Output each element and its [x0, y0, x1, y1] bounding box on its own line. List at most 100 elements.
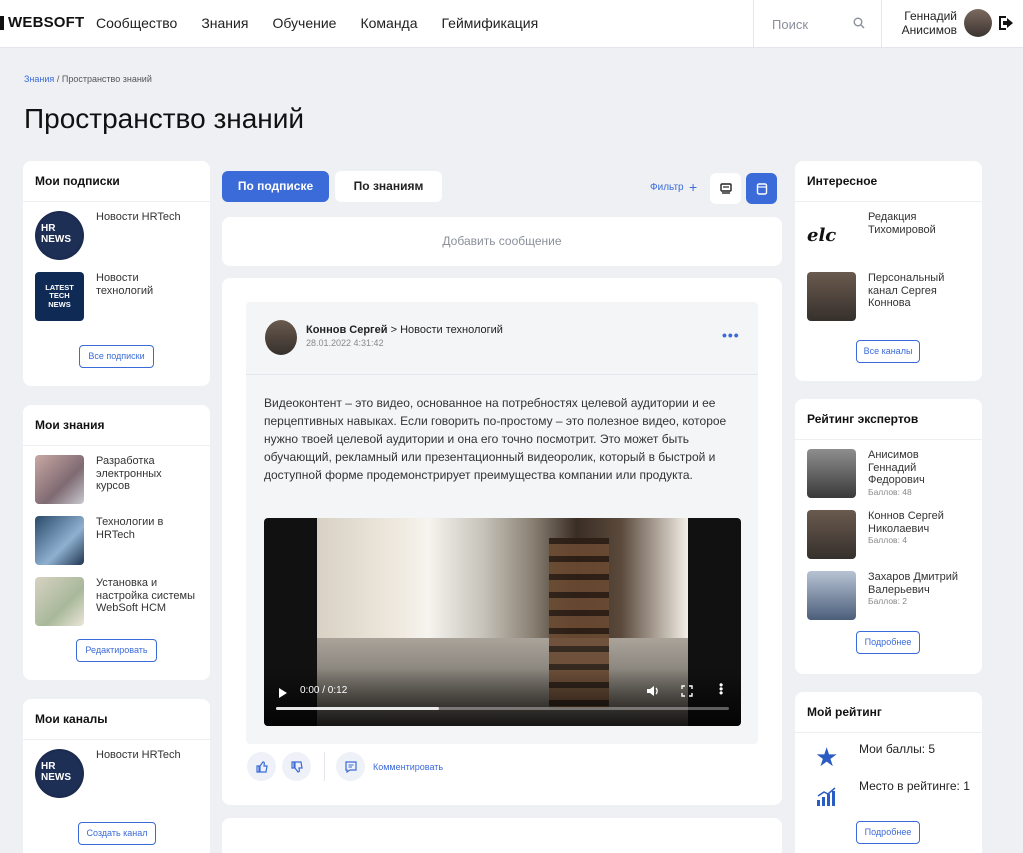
expert-score: Баллов: 48 — [868, 486, 912, 497]
add-message-input[interactable]: Добавить сообщение — [222, 217, 782, 266]
channel-item[interactable]: HR NEWS Новости HRTech — [35, 749, 181, 798]
interesting-item[interactable]: elc Редакция Тихомировой — [807, 211, 948, 260]
filter-add-icon[interactable]: + — [689, 179, 697, 195]
user-name[interactable]: Геннадий Анисимов — [895, 9, 957, 37]
subscription-item[interactable]: HR NEWS Новости HRTech — [35, 211, 181, 260]
edit-knowledge-button[interactable]: Редактировать — [76, 639, 157, 662]
list-view-button[interactable] — [710, 173, 741, 204]
play-icon[interactable] — [279, 688, 287, 698]
subscription-label: Новости HRTech — [96, 211, 181, 223]
card-view-button[interactable] — [746, 173, 777, 204]
post-author-avatar[interactable] — [265, 320, 297, 355]
nav-community[interactable]: Сообщество — [96, 15, 177, 31]
list-view-icon — [719, 182, 732, 194]
interesting-card: Интересное elc Редакция Тихомировой Перс… — [795, 161, 982, 381]
like-button[interactable] — [247, 752, 276, 781]
knowledge-item[interactable]: Разработка электронных курсов — [35, 455, 176, 504]
comment-icon — [344, 760, 357, 773]
post-channel[interactable]: Новости технологий — [400, 324, 503, 336]
all-channels-button[interactable]: Все каналы — [856, 340, 920, 363]
dislike-button[interactable] — [282, 752, 311, 781]
knowledge-thumbnail — [35, 577, 84, 626]
channel-label: Новости HRTech — [96, 749, 181, 761]
knowledge-title: Мои знания — [23, 405, 210, 446]
my-rating-card: Мой рейтинг Подробнее — [795, 692, 982, 853]
interesting-label: Редакция Тихомировой — [868, 211, 936, 236]
expert-score: Баллов: 4 — [868, 535, 908, 545]
knowledge-item[interactable]: Технологии в HRTech — [35, 516, 176, 565]
comment-link[interactable]: Комментировать — [373, 762, 443, 772]
breadcrumb: Знания / Пространство знаний — [24, 74, 152, 84]
subscriptions-title: Мои подписки — [23, 161, 210, 202]
post-date: 28.01.2022 4:31:42 — [306, 338, 384, 348]
expert-item[interactable]: Захаров Дмитрий Валерьевич Баллов: 2 — [807, 571, 968, 620]
knowledge-label: Установка и настройка системы WebSoft HC… — [96, 577, 195, 614]
top-navbar: WEBSOFT Сообщество Знания Обучение Коман… — [0, 0, 1023, 48]
comment-button[interactable] — [336, 752, 365, 781]
create-channel-button[interactable]: Создать канал — [78, 822, 156, 845]
interesting-label: Персональный канал Сергея Коннова — [868, 272, 945, 309]
user-avatar[interactable] — [964, 9, 992, 37]
channels-title: Мои каналы — [23, 699, 210, 740]
fullscreen-icon[interactable] — [681, 685, 693, 697]
video-progress-track[interactable] — [276, 707, 729, 710]
volume-icon[interactable] — [646, 684, 660, 698]
tab-by-knowledge[interactable]: По знаниям — [335, 171, 442, 202]
experts-title: Рейтинг экспертов — [795, 399, 982, 440]
nav-learning[interactable]: Обучение — [272, 15, 336, 31]
knowledge-item[interactable]: Установка и настройка системы WebSoft HC… — [35, 577, 196, 626]
nav-knowledge[interactable]: Знания — [201, 15, 248, 31]
experts-more-button[interactable]: Подробнее — [856, 631, 920, 654]
expert-item[interactable]: Коннов Сергей Николаевич Баллов: 4 — [807, 510, 958, 559]
expert-name: Захаров Дмитрий Валерьевич — [868, 571, 958, 596]
video-menu-icon[interactable]: • • • — [719, 679, 723, 699]
interesting-item[interactable]: Персональный канал Сергея Коннова — [807, 272, 958, 321]
breadcrumb-separator: / — [56, 74, 60, 84]
tab-by-subscription[interactable]: По подписке — [222, 171, 329, 202]
all-subscriptions-button[interactable]: Все подписки — [79, 345, 154, 368]
rank-chart-icon — [817, 787, 836, 806]
expert-info: Коннов Сергей Николаевич Баллов: 4 — [868, 510, 958, 559]
post-author-line: Коннов Сергей > Новости технологий — [306, 324, 503, 336]
video-player[interactable]: 0:00 / 0:12 • • • — [264, 518, 741, 726]
video-progress-fill — [276, 707, 440, 710]
subscription-item[interactable]: LATEST TECH NEWS Новости технологий — [35, 272, 166, 321]
thumbs-up-icon — [255, 760, 268, 773]
knowledge-label: Технологии в HRTech — [96, 516, 164, 541]
expert-name: Коннов Сергей Николаевич — [868, 510, 944, 535]
nav-gamification[interactable]: Геймификация — [442, 15, 539, 31]
breadcrumb-current: Пространство знаний — [61, 74, 152, 84]
search-icon[interactable] — [853, 17, 865, 29]
more-options-icon[interactable]: ••• — [722, 327, 740, 343]
hr-news-thumbnail: HR NEWS — [35, 749, 84, 798]
expert-avatar — [807, 510, 856, 559]
elc-logo: elc — [807, 211, 856, 260]
logout-icon[interactable] — [996, 13, 1016, 33]
nav-team[interactable]: Команда — [360, 15, 417, 31]
my-rating-more-button[interactable]: Подробнее — [856, 821, 920, 844]
search-input[interactable]: Поиск — [753, 0, 882, 48]
channels-card: Мои каналы HR NEWS Новости HRTech Создать… — [23, 699, 210, 853]
knowledge-label: Разработка электронных курсов — [96, 455, 162, 492]
expert-info: Захаров Дмитрий Валерьевич Баллов: 2 — [868, 571, 968, 620]
logo-text: WEBSOFT — [8, 14, 85, 31]
post-author-name[interactable]: Коннов Сергей — [306, 324, 388, 336]
knowledge-thumbnail — [35, 516, 84, 565]
expert-info: Анисимов Геннадий Федорович Баллов: 48 — [868, 449, 958, 498]
expert-item[interactable]: Анисимов Геннадий Федорович Баллов: 48 — [807, 449, 958, 498]
subscriptions-card: Мои подписки HR NEWS Новости HRTech LATES… — [23, 161, 210, 386]
tech-news-thumbnail: LATEST TECH NEWS — [35, 272, 84, 321]
websoft-logo[interactable]: WEBSOFT — [0, 14, 84, 31]
post-arrow: > — [390, 324, 398, 336]
my-rating-title: Мой рейтинг — [795, 692, 982, 733]
hr-news-logo-text: HR NEWS — [41, 761, 71, 783]
search-placeholder: Поиск — [772, 17, 809, 32]
subscription-label: Новости технологий — [96, 272, 154, 297]
my-points: Мои баллы: 5 — [859, 742, 936, 756]
page-title: Пространство знаний — [24, 103, 305, 134]
thumbs-down-icon — [290, 760, 303, 773]
filter-link[interactable]: Фильтр — [650, 182, 684, 193]
breadcrumb-root[interactable]: Знания — [24, 74, 54, 84]
knowledge-card: Мои знания Разработка электронных курсов… — [23, 405, 210, 680]
expert-avatar — [807, 449, 856, 498]
